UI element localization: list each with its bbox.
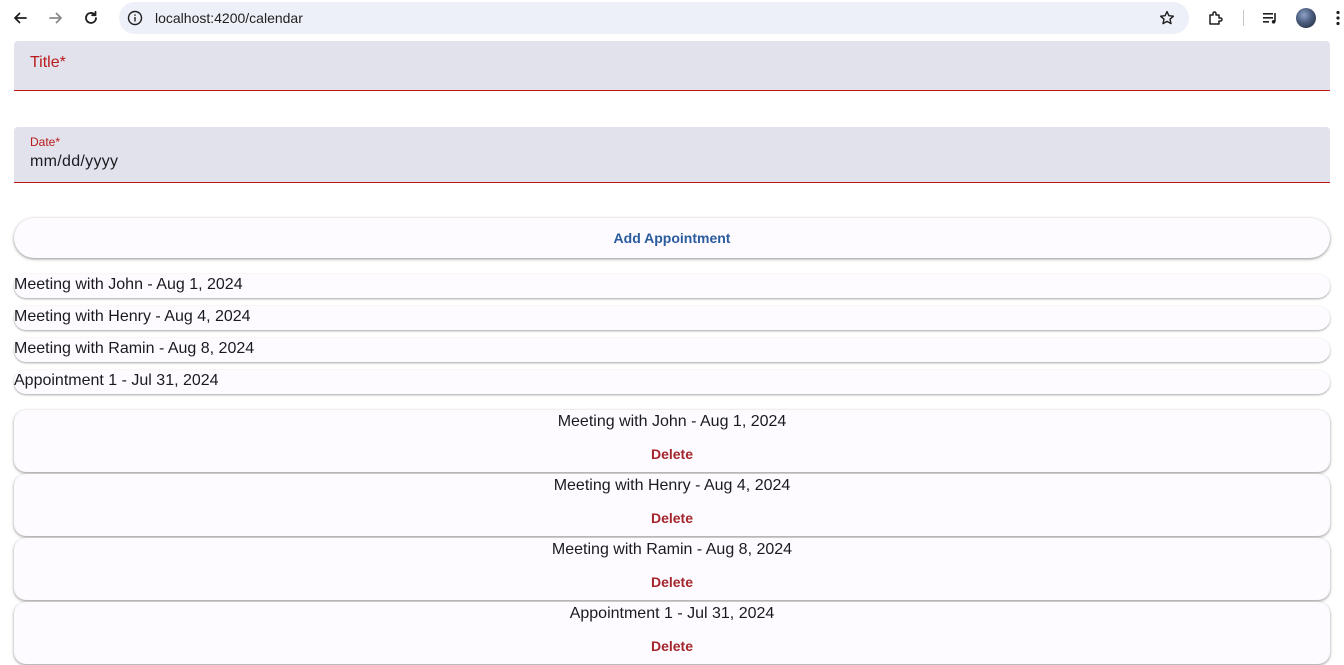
chip-label: Appointment 1 - Jul 31, 2024 — [14, 372, 219, 389]
title-field[interactable]: Title* — [14, 41, 1330, 91]
date-label: Date* — [30, 135, 61, 149]
media-queue-icon[interactable] — [1260, 8, 1280, 28]
appointment-chip[interactable]: Meeting with Henry - Aug 4, 2024 — [14, 306, 1330, 330]
card-title: Meeting with Ramin - Aug 8, 2024 — [551, 541, 793, 558]
appointment-chip[interactable]: Meeting with John - Aug 1, 2024 — [14, 274, 1330, 298]
back-arrow-icon[interactable] — [8, 6, 32, 30]
card-title: Meeting with Henry - Aug 4, 2024 — [553, 477, 791, 494]
chip-label: Meeting with Henry - Aug 4, 2024 — [14, 308, 251, 325]
forward-arrow-icon[interactable] — [44, 6, 68, 30]
appointment-card: Meeting with John - Aug 1, 2024 Delete — [14, 410, 1330, 472]
profile-avatar[interactable] — [1296, 8, 1316, 28]
more-menu-icon[interactable] — [1332, 8, 1344, 28]
appointment-card: Appointment 1 - Jul 31, 2024 Delete — [14, 602, 1330, 664]
delete-button[interactable]: Delete — [651, 638, 693, 654]
add-appointment-button[interactable]: Add Appointment — [14, 218, 1330, 258]
extensions-icon[interactable] — [1206, 8, 1226, 28]
delete-button[interactable]: Delete — [651, 510, 693, 526]
toolbar-separator — [1243, 10, 1244, 26]
browser-toolbar: localhost:4200/calendar — [0, 0, 1344, 36]
card-title: Meeting with John - Aug 1, 2024 — [557, 413, 787, 430]
chip-label: Meeting with Ramin - Aug 8, 2024 — [14, 340, 255, 357]
chip-label: Meeting with John - Aug 1, 2024 — [14, 276, 243, 293]
date-field[interactable]: Date* mm/dd/yyyy — [14, 127, 1330, 183]
address-bar[interactable]: localhost:4200/calendar — [119, 2, 1189, 34]
card-title: Appointment 1 - Jul 31, 2024 — [569, 605, 775, 622]
appointment-chip[interactable]: Appointment 1 - Jul 31, 2024 — [14, 370, 1330, 394]
title-label: Title* — [30, 54, 66, 71]
appointment-card: Meeting with Ramin - Aug 8, 2024 Delete — [14, 538, 1330, 600]
appointment-chip[interactable]: Meeting with Ramin - Aug 8, 2024 — [14, 338, 1330, 362]
bookmark-star-icon[interactable] — [1159, 10, 1175, 26]
appointment-card: Meeting with Henry - Aug 4, 2024 Delete — [14, 474, 1330, 536]
reload-icon[interactable] — [79, 6, 103, 30]
site-info-icon[interactable] — [127, 10, 143, 26]
delete-button[interactable]: Delete — [651, 574, 693, 590]
delete-button[interactable]: Delete — [651, 446, 693, 462]
date-input-placeholder[interactable]: mm/dd/yyyy — [30, 153, 118, 171]
url-text[interactable]: localhost:4200/calendar — [155, 10, 303, 26]
